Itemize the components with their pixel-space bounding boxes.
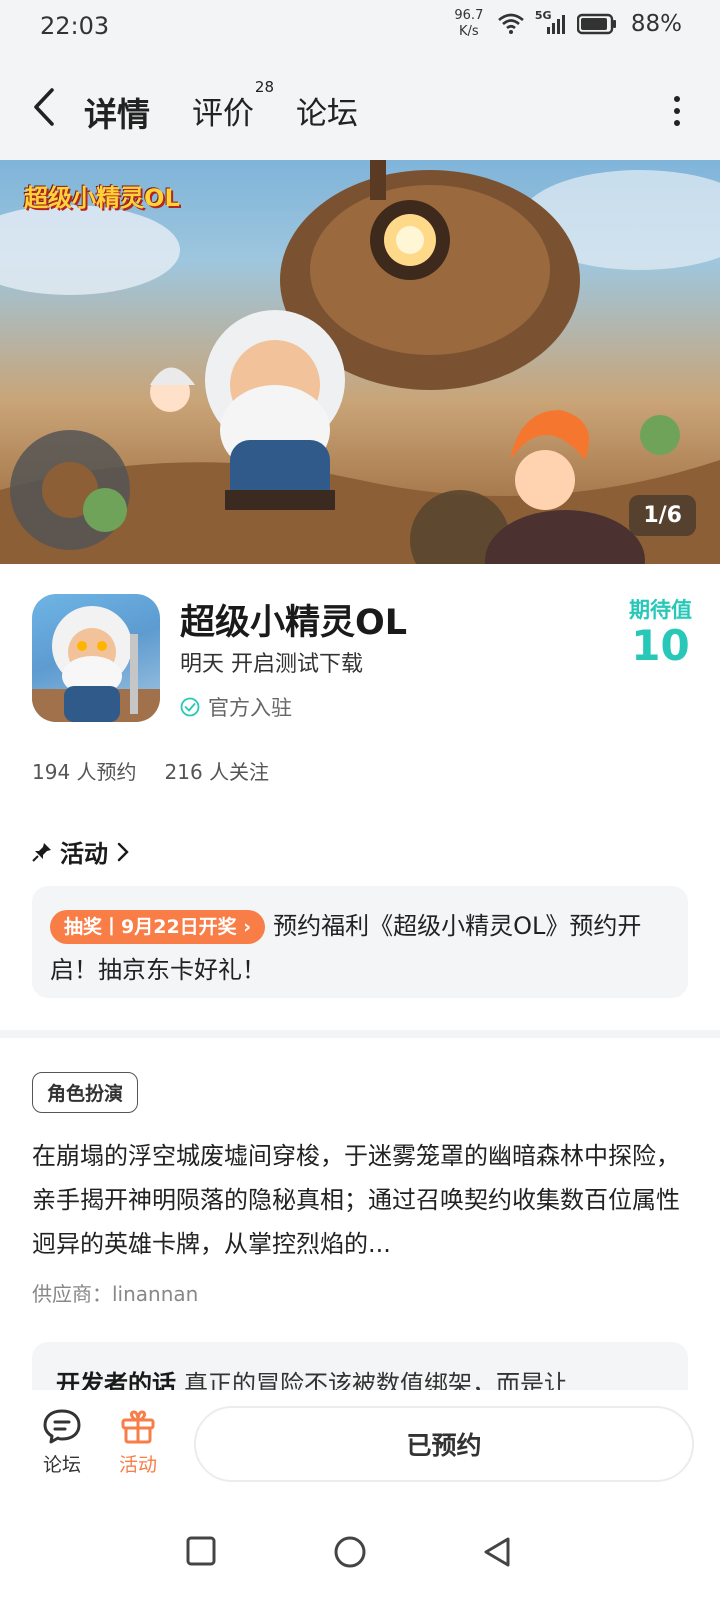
wifi-icon <box>498 13 524 34</box>
network-speed: 96.7 K/s <box>454 8 484 39</box>
bottom-action-bar: 论坛 活动 已预约 <box>0 1390 720 1500</box>
official-badge: 官方入驻 <box>180 692 292 722</box>
home-icon[interactable] <box>334 1536 366 1568</box>
genre-tag[interactable]: 角色扮演 <box>32 1072 139 1113</box>
activity-section-header[interactable]: 活动 <box>32 834 130 869</box>
more-vertical-icon <box>674 96 680 102</box>
tab-detail[interactable]: 详情 <box>84 88 150 138</box>
status-time: 22:03 <box>40 12 110 40</box>
developer-words-card[interactable]: 开发者的话 真正的冒险不该被数值绑架，而是让 <box>32 1342 688 1390</box>
provider-info: 供应商：linannan <box>32 1282 199 1306</box>
back-button[interactable] <box>30 86 66 130</box>
game-logo: 超级小精灵OL <box>24 184 180 212</box>
activity-button[interactable]: 活动 <box>108 1408 168 1477</box>
system-nav-bar <box>0 1500 720 1612</box>
chevron-left-icon <box>34 88 54 126</box>
chat-bubble-icon <box>43 1409 81 1444</box>
tab-review[interactable]: 评价 28 <box>192 78 274 133</box>
release-info: 明天 开启测试下载 <box>180 652 363 677</box>
signal-icon: 5G <box>535 9 567 35</box>
expectation-score[interactable]: 期待值 10 <box>629 594 692 668</box>
battery-icon <box>576 13 616 35</box>
more-options-button[interactable] <box>672 96 682 126</box>
game-title: 超级小精灵OL <box>180 603 408 643</box>
status-icons: 96.7 K/s 5G 88% <box>451 8 682 40</box>
status-bar: 22:03 96.7 K/s 5G 88% <box>0 0 720 56</box>
back-nav-icon[interactable] <box>482 1536 512 1568</box>
activity-card[interactable]: 抽奖丨9月22日开奖 › 预约福利《超级小精灵OL》预约开启！抽京东卡好礼！ <box>32 886 688 998</box>
developer-words-text: 真正的冒险不该被数值绑架，而是让 <box>184 1370 568 1390</box>
follower-count: 216 人关注 <box>164 760 270 784</box>
chevron-right-icon <box>117 842 129 861</box>
game-stats: 194 人预约 216 人关注 <box>32 756 269 785</box>
lottery-badge: 抽奖丨9月22日开奖 › <box>50 910 266 944</box>
game-description[interactable]: 在崩塌的浮空城废墟间穿梭，于迷雾笼罩的幽暗森林中探险，亲手揭开神明陨落的隐秘真相… <box>32 1134 692 1266</box>
tab-forum[interactable]: 论坛 <box>296 88 358 133</box>
carousel-counter: 1/6 <box>629 495 696 536</box>
game-info: 超级小精灵OL 明天 开启测试下载 官方入驻 期待值 10 <box>32 594 692 724</box>
gift-icon <box>121 1410 155 1444</box>
developer-words-label: 开发者的话 <box>56 1370 176 1390</box>
section-divider <box>0 1030 720 1038</box>
reserved-button[interactable]: 已预约 <box>194 1406 694 1482</box>
screenshot-carousel[interactable]: 超级小精灵OL 1/6 <box>0 160 720 564</box>
battery-percent: 88% <box>630 11 682 37</box>
reservation-count: 194 人预约 <box>32 760 137 784</box>
pin-icon <box>32 842 51 862</box>
banner-artwork <box>0 160 720 564</box>
forum-button[interactable]: 论坛 <box>32 1408 92 1477</box>
check-circle-icon <box>180 697 200 717</box>
recent-apps-icon[interactable] <box>186 1536 216 1566</box>
header: 详情 评价 28 论坛 <box>0 56 720 160</box>
review-count: 28 <box>254 78 274 96</box>
game-app-icon <box>32 594 160 722</box>
